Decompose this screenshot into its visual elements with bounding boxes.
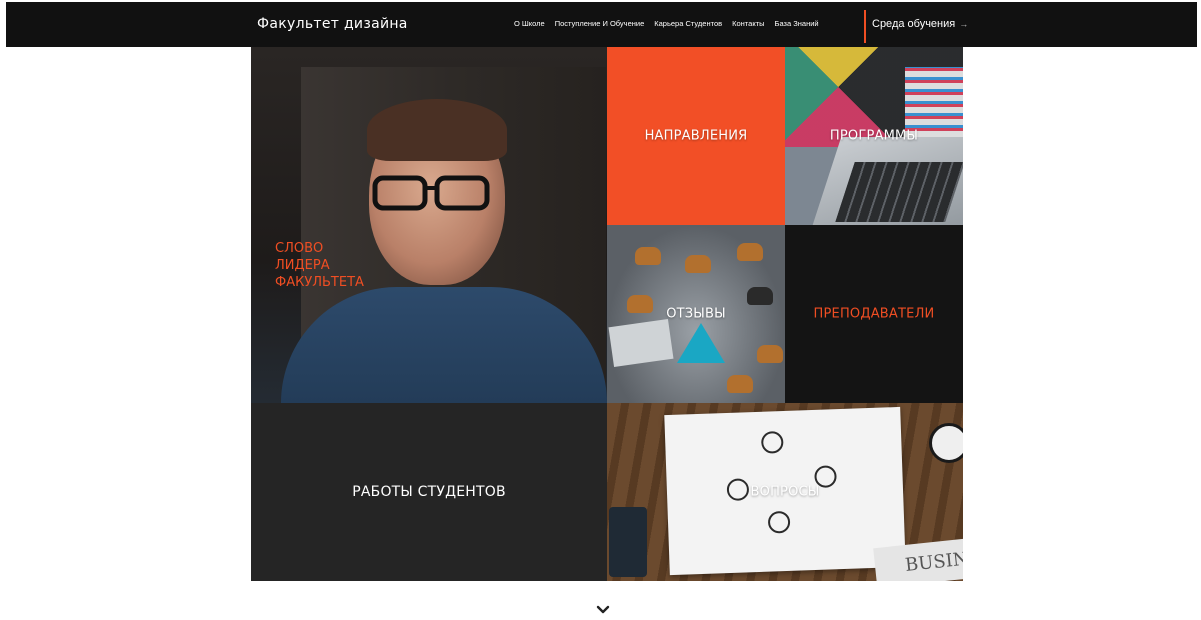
programs-label: ПРОГРАММЫ bbox=[829, 128, 919, 144]
student-works-label: РАБОТЫ СТУДЕНТОВ bbox=[352, 484, 506, 500]
tile-questions[interactable]: BUSINE ВОПРОСЫ bbox=[607, 403, 963, 581]
nav-divider bbox=[864, 10, 866, 43]
nav-item-contacts[interactable]: Контакты bbox=[732, 19, 764, 28]
chevron-down-icon[interactable] bbox=[596, 603, 610, 617]
newspaper-text: BUSINE bbox=[904, 547, 963, 577]
leader-label-line-3: ФАКУЛЬТЕТА bbox=[275, 275, 364, 290]
tile-teachers[interactable]: ПРЕПОДАВАТЕЛИ bbox=[785, 225, 963, 403]
top-navbar: Факультет дизайна О Школе Поступление И … bbox=[6, 2, 1197, 47]
leader-label-line-2: ЛИДЕРА bbox=[275, 258, 330, 273]
tile-grid: СЛОВО ЛИДЕРА ФАКУЛЬТЕТА НАПРАВЛЕНИЯ ПРОГ… bbox=[251, 47, 963, 581]
nav-item-about[interactable]: О Школе bbox=[514, 19, 545, 28]
questions-photo-tablet bbox=[609, 507, 647, 577]
leader-word-label: СЛОВО ЛИДЕРА ФАКУЛЬТЕТА bbox=[275, 240, 364, 291]
reviews-photo-boot bbox=[727, 375, 753, 393]
glasses-icon bbox=[372, 175, 490, 211]
learning-environment-label: Среда обучения bbox=[872, 18, 956, 30]
directions-label: НАПРАВЛЕНИЯ bbox=[644, 128, 748, 144]
reviews-photo-laptop bbox=[608, 319, 674, 367]
reviews-photo-boot bbox=[747, 287, 773, 305]
person-doodle-icon bbox=[767, 510, 791, 534]
teachers-label: ПРЕПОДАВАТЕЛИ bbox=[813, 306, 935, 322]
reviews-photo-triangle bbox=[677, 323, 725, 363]
questions-label: ВОПРОСЫ bbox=[750, 484, 820, 500]
nav-item-career[interactable]: Карьера Студентов bbox=[654, 19, 722, 28]
reviews-photo-boot bbox=[635, 247, 661, 265]
tile-directions[interactable]: НАПРАВЛЕНИЯ bbox=[607, 47, 785, 225]
person-doodle-icon bbox=[760, 431, 784, 454]
main-nav: О Школе Поступление И Обучение Карьера С… bbox=[514, 19, 819, 28]
reviews-photo-boot bbox=[685, 255, 711, 273]
leader-label-line-1: СЛОВО bbox=[275, 241, 324, 256]
tile-programs[interactable]: ПРОГРАММЫ bbox=[785, 47, 963, 225]
learning-environment-link[interactable]: Среда обучения → bbox=[872, 18, 968, 30]
nav-item-knowledge-base[interactable]: База Знаний bbox=[775, 19, 819, 28]
tile-reviews[interactable]: ОТЗЫВЫ bbox=[607, 225, 785, 403]
alarm-clock-icon bbox=[929, 423, 963, 463]
reviews-label: ОТЗЫВЫ bbox=[666, 306, 726, 322]
tile-leader-word[interactable]: СЛОВО ЛИДЕРА ФАКУЛЬТЕТА bbox=[251, 47, 607, 403]
programs-photo-screen bbox=[905, 67, 963, 137]
programs-photo-keyboard bbox=[835, 162, 963, 222]
tile-student-works[interactable]: РАБОТЫ СТУДЕНТОВ bbox=[251, 403, 607, 581]
nav-item-admission[interactable]: Поступление И Обучение bbox=[555, 19, 645, 28]
arrow-right-icon: → bbox=[959, 19, 969, 29]
reviews-photo-boot bbox=[737, 243, 763, 261]
site-logo[interactable]: Факультет дизайна bbox=[257, 16, 408, 32]
reviews-photo-boot bbox=[757, 345, 783, 363]
leader-photo-hair bbox=[367, 99, 507, 161]
